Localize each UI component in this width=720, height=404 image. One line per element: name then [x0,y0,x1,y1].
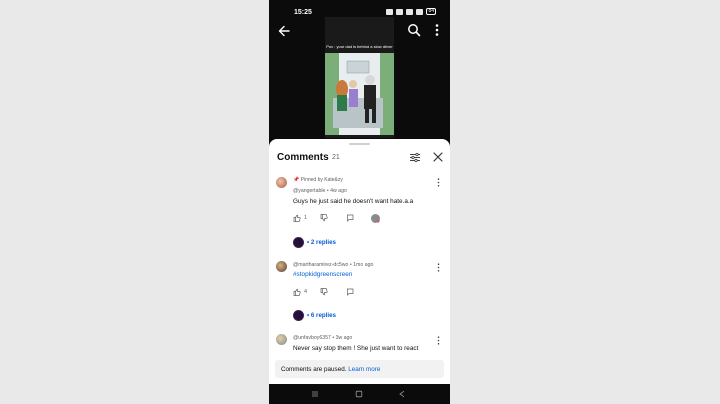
comment-author[interactable]: @martharamirez-dc5wo [293,262,348,268]
more-vert-icon[interactable] [434,23,440,37]
comment-meta: @yangertable • 4w ago [293,188,347,194]
avatar[interactable] [276,261,287,272]
view-replies-button[interactable]: • 2 replies [293,237,336,248]
like-count: 4 [304,289,308,295]
close-icon[interactable] [432,151,444,163]
more-vert-icon[interactable] [437,336,440,345]
comments-title: Comments [277,152,329,163]
replies-label: • 2 replies [307,239,336,246]
video-frame-image [325,53,394,135]
video-caption: Pov : your dad is behind a slow driver [326,44,393,49]
pinned-label: 📌 Pinned by Kate&zy [293,177,343,183]
like-button[interactable]: 4 [293,288,307,296]
creator-heart-icon: ♥ [377,219,380,225]
comments-count: 21 [332,154,340,161]
status-icons: 84 [386,8,436,15]
home-icon[interactable] [355,390,363,398]
more-vert-icon[interactable] [437,263,440,272]
more-vert-icon[interactable] [437,178,440,187]
drag-handle[interactable] [349,143,370,145]
back-arrow-icon[interactable] [277,24,291,38]
signal-icon [416,8,424,15]
wifi-icon [406,8,414,15]
battery-icon: 84 [426,8,436,15]
thumb-down-icon[interactable] [320,214,328,222]
search-icon[interactable] [407,23,421,37]
avatar[interactable] [276,334,287,345]
thumb-up-icon [293,214,301,222]
view-replies-button[interactable]: • 6 replies [293,310,336,321]
comment-time: 3w ago [335,335,353,341]
like-button[interactable]: 1 [293,214,307,222]
creator-avatar [293,310,304,321]
recents-icon[interactable] [311,390,319,398]
comment-author[interactable]: @unfavboy6357 [293,335,331,341]
comment-text: Guys he just said he doesn't want hate.a… [293,198,414,205]
comment-hashtag[interactable]: #stopkidgreenscreen [293,271,352,278]
replies-label: • 6 replies [307,312,336,319]
system-nav-bar [269,384,450,404]
comments-paused-banner: Comments are paused. Learn more [275,360,444,378]
filter-icon[interactable] [409,152,421,163]
reply-icon[interactable] [346,288,354,296]
thumb-up-icon [293,288,301,296]
system-back-icon[interactable] [398,390,406,398]
reply-icon[interactable] [346,214,354,222]
notification-icon [386,8,394,15]
comment-author[interactable]: @yangertable [293,188,325,194]
comment-time: 4w ago [330,188,347,194]
comment-meta: @martharamirez-dc5wo • 1mo ago [293,262,373,268]
mute-icon [396,8,404,15]
comments-sheet: Comments 21 📌 Pinned by Kate&zy @yangert… [269,139,450,384]
like-count: 1 [304,215,308,221]
creator-avatar [293,237,304,248]
comment-text: Never say stop them ! She just want to r… [293,345,419,352]
comment-meta: @unfavboy6357 • 3w ago [293,335,352,341]
avatar[interactable] [276,177,287,188]
status-time: 15:25 [294,9,312,16]
phone-screen: 15:25 84 Pov : your dad is behind a slow… [269,0,450,404]
pinned-text: Pinned by Kate&zy [300,177,343,183]
thumb-down-icon[interactable] [320,288,328,296]
comment-time: 1mo ago [353,262,374,268]
pin-icon: 📌 [293,177,300,183]
video-player[interactable]: Pov : your dad is behind a slow driver [325,17,394,138]
learn-more-link[interactable]: Learn more [348,366,380,373]
paused-text: Comments are paused. [281,366,347,373]
